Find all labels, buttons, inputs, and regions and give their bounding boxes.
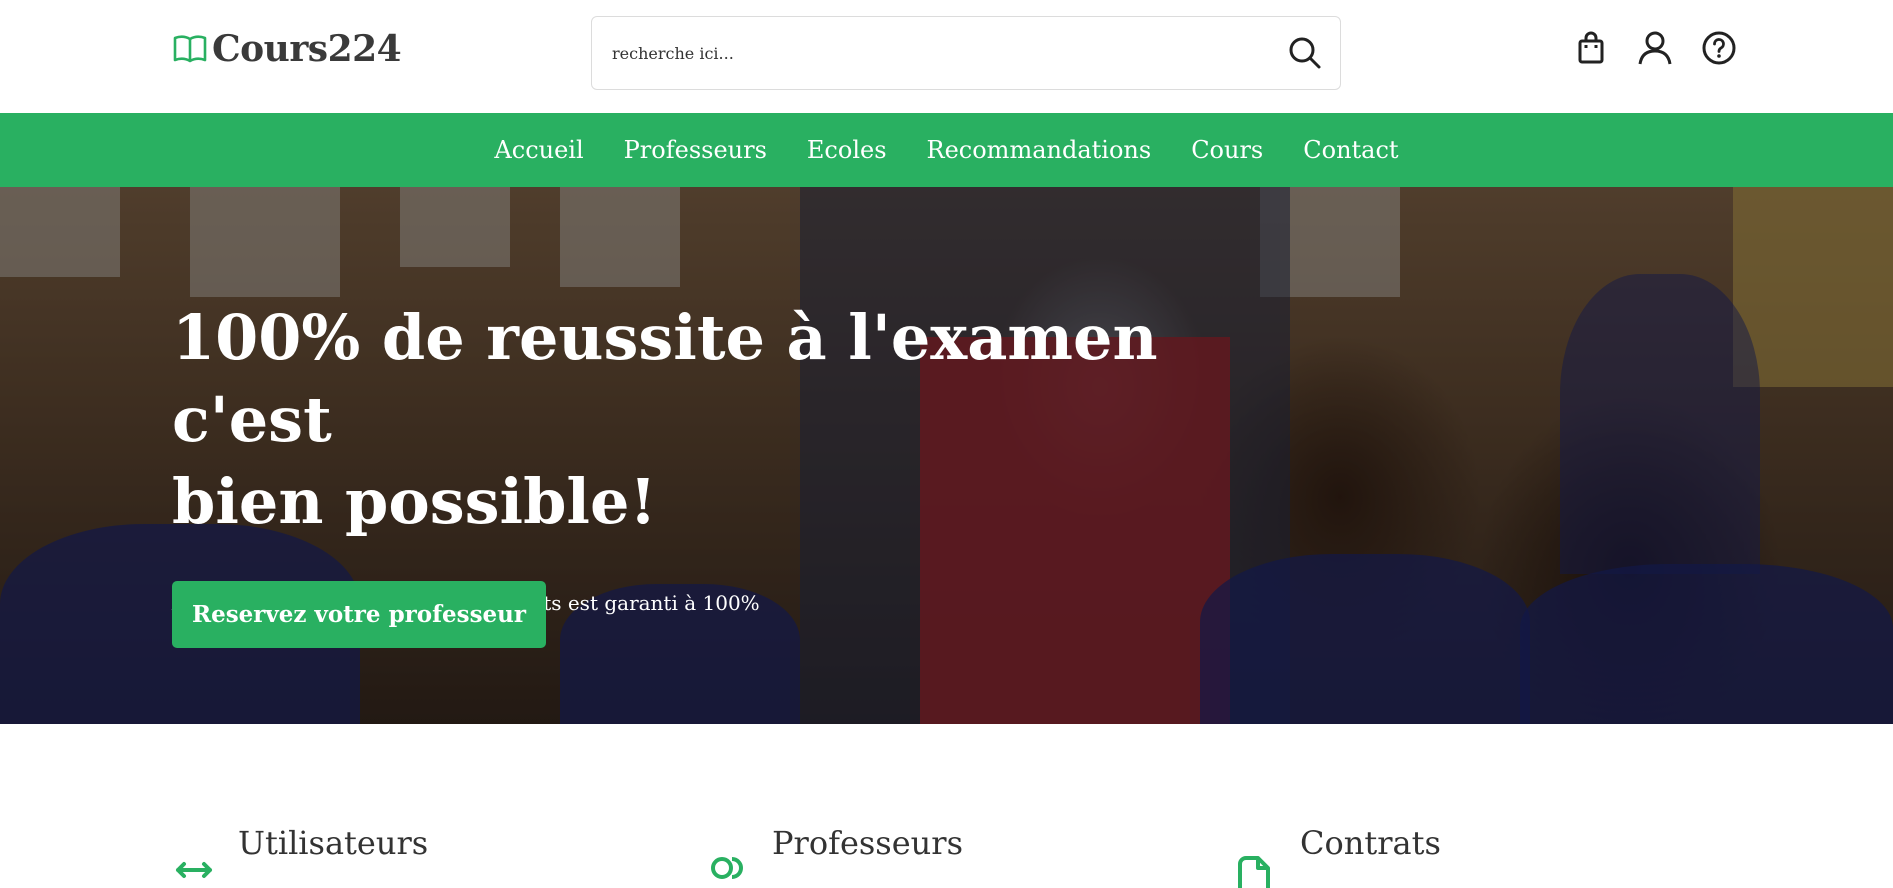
shopping-bag-icon: [1578, 31, 1604, 64]
help-icon: [1702, 31, 1736, 65]
brand-logo[interactable]: Cours224: [172, 26, 402, 72]
help-button[interactable]: [1701, 28, 1737, 68]
book-teacher-button[interactable]: Reservez votre professeur: [172, 581, 546, 648]
hero-title-line-1: 100% de reussite à l'examen c'est: [172, 301, 1158, 456]
nav-item-professeurs[interactable]: Professeurs: [624, 136, 767, 164]
hero-banner: 100% de reussite à l'examen c'est bien p…: [0, 187, 1893, 724]
nav-item-ecoles[interactable]: Ecoles: [807, 136, 887, 164]
nav-item-accueil[interactable]: Accueil: [494, 136, 583, 164]
search-button[interactable]: [1270, 17, 1340, 89]
search-bar: [591, 16, 1341, 90]
feature-title: Professeurs: [772, 824, 963, 862]
account-button[interactable]: [1637, 28, 1673, 68]
feature-title: Contrats: [1300, 824, 1441, 862]
search-icon: [1289, 37, 1321, 69]
header-actions: [1573, 28, 1737, 68]
open-book-icon: [173, 35, 207, 63]
users-icon: [711, 857, 743, 879]
brand-name: Cours224: [212, 28, 402, 70]
feature-title: Utilisateurs: [238, 824, 429, 862]
cart-button[interactable]: [1573, 28, 1609, 68]
document-icon: [1238, 856, 1270, 888]
nav-item-contact[interactable]: Contact: [1303, 136, 1398, 164]
hero-title-line-2: bien possible!: [172, 465, 657, 538]
feature-professeurs: Professeurs: [706, 824, 963, 888]
main-nav: Accueil Professeurs Ecoles Recommandatio…: [0, 113, 1893, 187]
site-header: Cours224: [0, 0, 1893, 113]
nav-item-recommandations[interactable]: Recommandations: [927, 136, 1152, 164]
feature-utilisateurs: Utilisateurs: [172, 824, 428, 888]
nav-item-cours[interactable]: Cours: [1191, 136, 1263, 164]
user-icon: [1638, 31, 1672, 65]
hero-content: 100% de reussite à l'examen c'est bien p…: [172, 297, 1172, 615]
arrows-exchange-icon: [176, 862, 212, 878]
hero-title: 100% de reussite à l'examen c'est bien p…: [172, 297, 1172, 543]
feature-contrats: Contrats: [1234, 824, 1441, 888]
search-input[interactable]: [592, 17, 1270, 89]
features-section: Utilisateurs Professeurs Contrats: [0, 724, 1893, 888]
